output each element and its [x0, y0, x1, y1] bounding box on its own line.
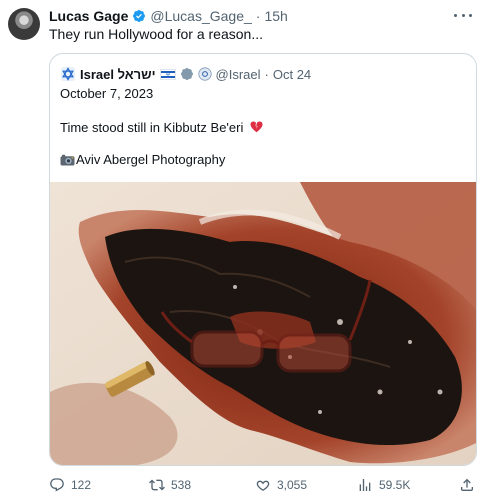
separator-dot: ·: [255, 8, 261, 24]
quoted-text-date: October 7, 2023: [60, 86, 154, 101]
views-count: 59.5K: [379, 478, 411, 492]
quoted-tweet-date[interactable]: Oct 24: [273, 67, 311, 82]
views-button[interactable]: 59.5K: [357, 476, 410, 494]
retweet-icon: [149, 479, 165, 491]
quoted-text-body-text: Time stood still in Kibbutz Be'eri: [60, 120, 244, 135]
retweet-count: 538: [171, 478, 192, 492]
government-badge-icon: [180, 68, 193, 80]
tweet-header: Lucas Gage @Lucas_Gage_ · 15h: [49, 6, 288, 26]
quoted-tweet-photo[interactable]: [50, 182, 476, 465]
israel-flag-icon: ✡: [159, 68, 176, 80]
camera-icon: [60, 154, 75, 165]
broken-heart-icon: [250, 121, 263, 133]
quoted-tweet-header: Israel ישראל ✡ @Israel · Oct 24: [60, 65, 311, 83]
reply-count: 122: [71, 478, 92, 492]
quoted-text-credit: Aviv Abergel Photography: [60, 152, 225, 167]
like-icon: [256, 480, 270, 491]
views-icon: [359, 479, 371, 491]
quoted-author-name[interactable]: Israel ישראל: [80, 67, 156, 82]
more-icon[interactable]: [454, 8, 472, 22]
organization-icon: [197, 67, 212, 81]
verified-badge-icon: [133, 10, 146, 22]
quoted-tweet[interactable]: Israel ישראל ✡ @Israel · Oct 24 October …: [49, 53, 477, 466]
like-button[interactable]: 3,055: [255, 476, 307, 494]
retweet-button[interactable]: 538: [149, 476, 191, 494]
share-button[interactable]: [459, 476, 481, 494]
author-handle[interactable]: @Lucas_Gage_: [150, 8, 251, 24]
quoted-author-handle[interactable]: @Israel: [216, 67, 261, 82]
quoted-text-body: Time stood still in Kibbutz Be'eri: [60, 120, 263, 135]
israel-logo-icon: [61, 67, 75, 81]
share-icon: [461, 478, 473, 491]
like-count: 3,055: [277, 478, 308, 492]
reply-button[interactable]: 122: [49, 476, 91, 494]
photo-image: [50, 182, 476, 465]
author-name[interactable]: Lucas Gage: [49, 8, 128, 24]
quoted-text-credit-label: Aviv Abergel Photography: [76, 152, 226, 167]
tweet-time[interactable]: 15h: [264, 8, 287, 24]
separator-dot: ·: [264, 66, 269, 82]
tweet-actions: 122 538 3,055 59.5K: [49, 476, 477, 494]
tweet-text: They run Hollywood for a reason...: [49, 26, 263, 42]
avatar[interactable]: [8, 8, 40, 40]
reply-icon: [50, 478, 64, 492]
